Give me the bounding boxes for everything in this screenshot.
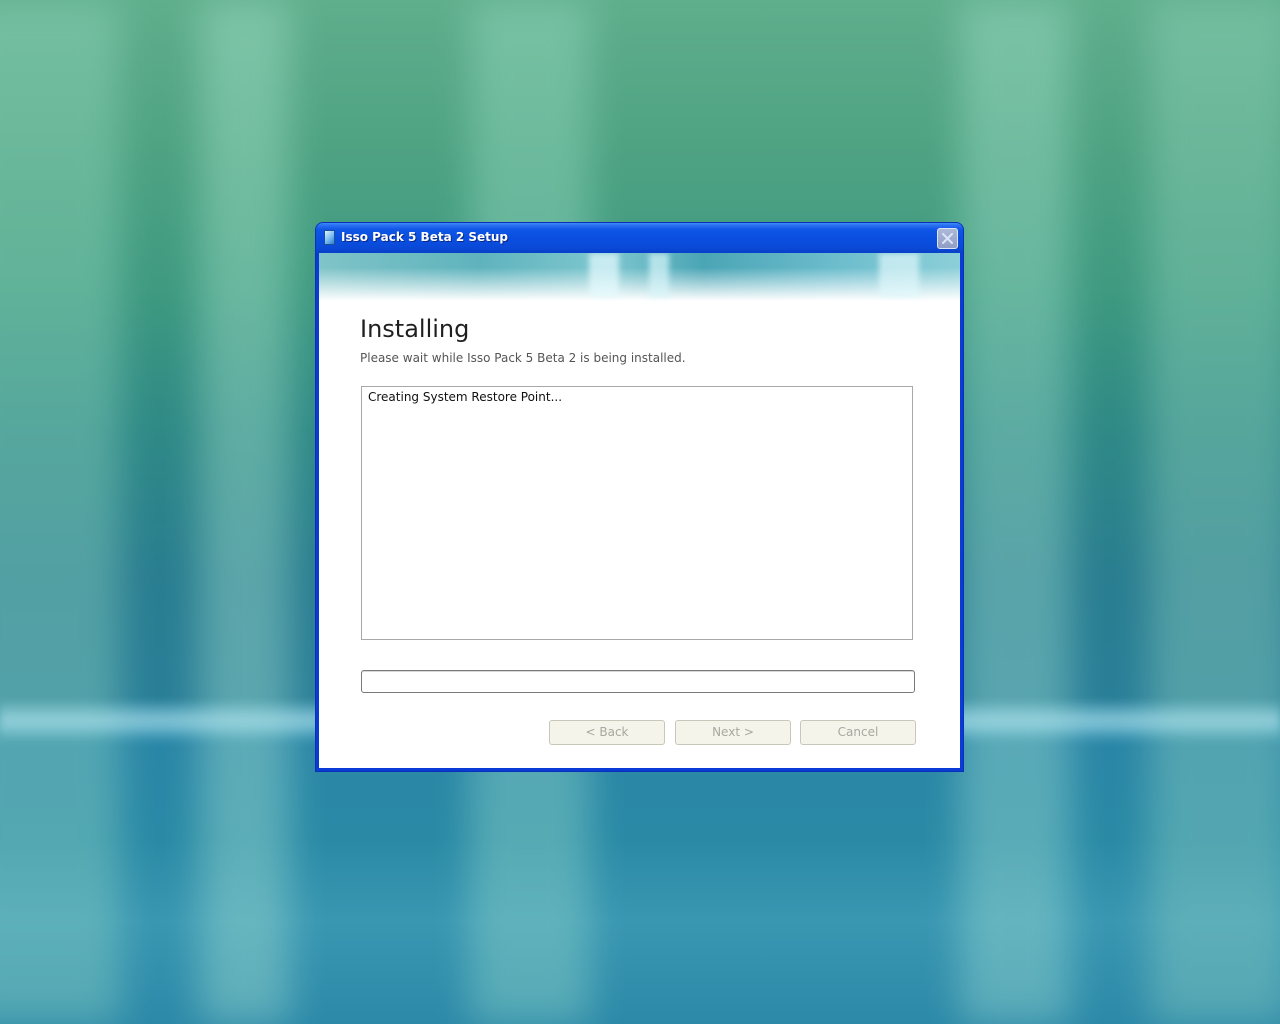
light-ray [1150,0,1280,1024]
close-icon [942,233,953,244]
window-title: Isso Pack 5 Beta 2 Setup [341,230,509,244]
window-client-area: Installing Please wait while Isso Pack 5… [319,253,960,768]
cancel-button[interactable]: Cancel [800,720,916,745]
banner-streak [649,253,669,297]
close-button[interactable] [937,228,958,249]
install-log[interactable]: Creating System Restore Point... [361,386,913,640]
page-subtitle: Please wait while Isso Pack 5 Beta 2 is … [360,351,686,365]
banner-streak [589,253,619,297]
banner-streak [879,253,919,297]
setup-window: Isso Pack 5 Beta 2 Setup Installing Plea… [316,223,963,771]
light-ray [200,0,290,1024]
page-title: Installing [360,315,470,343]
back-button[interactable]: < Back [549,720,665,745]
installer-icon [324,230,335,245]
light-ray [960,0,1070,1024]
header-banner [319,253,960,301]
light-ray [0,0,120,1024]
title-bar[interactable]: Isso Pack 5 Beta 2 Setup [316,223,963,253]
log-line: Creating System Restore Point... [368,390,563,404]
progress-bar [361,670,915,693]
next-button[interactable]: Next > [675,720,791,745]
